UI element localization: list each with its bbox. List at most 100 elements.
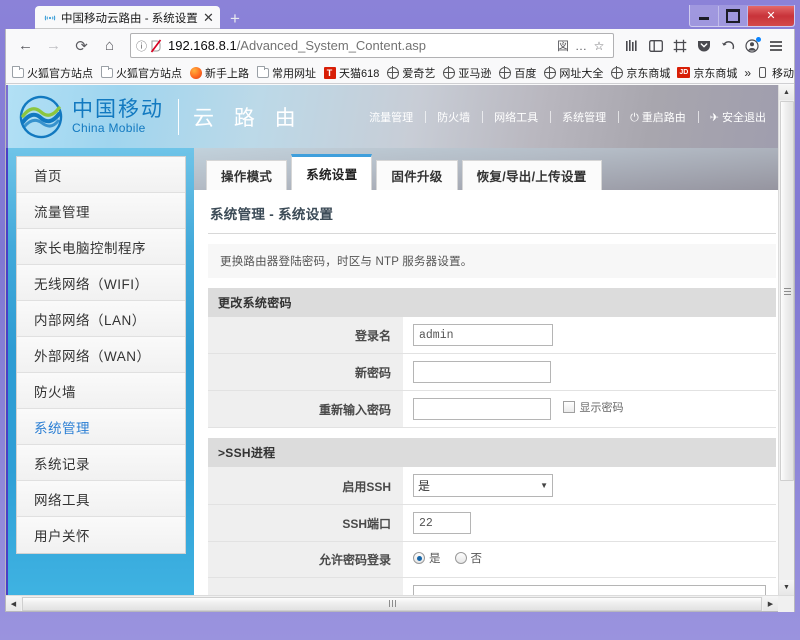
- page-info-icon[interactable]: ⓘ: [136, 38, 147, 54]
- vertical-scrollbar[interactable]: ▲ ▼: [778, 85, 794, 595]
- bookmark-item[interactable]: 常用网址: [256, 65, 316, 81]
- sidebar-item-network-tools[interactable]: 网络工具: [17, 481, 185, 517]
- page-actions-icon[interactable]: …: [572, 39, 590, 53]
- top-nav-network-tools[interactable]: 网络工具: [482, 109, 550, 125]
- sidebar-item-label: 无线网络（WIFI）: [34, 276, 149, 292]
- pocket-icon[interactable]: [692, 33, 716, 59]
- screenshot-icon[interactable]: [668, 33, 692, 59]
- top-nav-logout-label: 安全退出: [722, 111, 766, 124]
- scroll-down-icon[interactable]: ▼: [779, 580, 794, 595]
- folder-icon: [256, 65, 269, 79]
- forward-button[interactable]: →: [40, 32, 67, 59]
- bookmark-item[interactable]: 新手上路: [189, 65, 249, 81]
- login-name-input[interactable]: [413, 324, 553, 346]
- maximize-button[interactable]: [719, 5, 748, 26]
- scroll-up-icon[interactable]: ▲: [779, 85, 794, 100]
- top-nav-logout[interactable]: ✈ 安全退出: [697, 109, 778, 125]
- tab-firmware-upgrade[interactable]: 固件升级: [376, 160, 458, 190]
- library-icon[interactable]: [620, 33, 644, 59]
- tab-backup-restore[interactable]: 恢复/导出/上传设置: [461, 160, 602, 190]
- tab-operation-mode[interactable]: 操作模式: [206, 160, 288, 190]
- show-password-toggle[interactable]: 显示密码: [563, 399, 623, 415]
- bookmark-item[interactable]: 爱奇艺: [386, 65, 435, 81]
- jd-icon: JD: [677, 66, 691, 79]
- confirm-password-input[interactable]: [413, 398, 551, 420]
- bookmark-label: 网址大全: [559, 67, 604, 80]
- sidebar-item-home[interactable]: 首页: [17, 157, 185, 193]
- bookmark-label: 亚马逊: [458, 67, 492, 80]
- top-nav-traffic[interactable]: 流量管理: [357, 109, 425, 125]
- radio-yes[interactable]: [413, 552, 425, 564]
- sidebar-item-wan[interactable]: 外部网络（WAN）: [17, 337, 185, 373]
- bookmark-item[interactable]: T 天猫618: [323, 65, 379, 81]
- close-tab-icon[interactable]: ✕: [201, 10, 216, 25]
- logout-icon: ✈: [709, 111, 719, 124]
- field-confirm-password: 显示密码: [403, 390, 776, 428]
- brand-name-group: 中国移动 China Mobile: [72, 99, 164, 135]
- new-tab-button[interactable]: +: [222, 7, 248, 29]
- sidebar-item-user-care[interactable]: 用户关怀: [17, 517, 185, 553]
- sidebar-item-system-management[interactable]: 系统管理: [17, 409, 185, 445]
- new-password-input[interactable]: [413, 361, 551, 383]
- product-name: 云 路 由: [193, 106, 303, 130]
- top-nav-system[interactable]: 系统管理: [550, 109, 618, 125]
- bookmark-label: 新手上路: [205, 67, 249, 80]
- show-password-checkbox[interactable]: [563, 401, 576, 414]
- radio-no[interactable]: [454, 552, 467, 564]
- sidebar-icon[interactable]: [644, 33, 668, 59]
- content-area: 操作模式 系统设置 固件升级 恢复/导出/上传设置 系统管理 - 系统设置 更换…: [194, 148, 790, 597]
- bookmark-star-icon[interactable]: ☆: [590, 39, 608, 53]
- ssh-form: 启用SSH 是 ▼ SSH端口 22 允许密码登录 是 否: [208, 467, 776, 597]
- bookmark-item[interactable]: 百度: [498, 65, 536, 81]
- sidebar-item-label: 网络工具: [34, 492, 90, 508]
- bookmark-label: 京东商城: [693, 67, 738, 80]
- bookmark-item[interactable]: 亚马逊: [442, 65, 491, 81]
- url-bar[interactable]: ⓘ 192.168.8.1/Advanced_System_Content.as…: [130, 33, 614, 58]
- bookmark-label: 火狐官方站点: [27, 67, 93, 80]
- mobile-bookmarks-item[interactable]: 移动版书签: [756, 65, 794, 81]
- sidebar-item-parental-control[interactable]: 家长电脑控制程序: [17, 229, 185, 265]
- router-page: 中国移动 China Mobile 云 路 由 流量管理 防火墙 网络工具 系统…: [6, 85, 790, 597]
- label-confirm-password: 重新输入密码: [208, 390, 403, 428]
- bookmark-item[interactable]: 网址大全: [543, 65, 603, 81]
- tmall-icon: T: [323, 66, 336, 79]
- browser-tab[interactable]: 中国移动云路由 - 系统设置 ✕: [35, 6, 220, 29]
- home-button[interactable]: ⌂: [96, 32, 123, 59]
- sidebar-item-label: 防火墙: [34, 384, 76, 400]
- top-nav-reboot[interactable]: ⏻ 重启路由: [618, 109, 698, 125]
- bookmarks-bar: 火狐官方站点 火狐官方站点 新手上路 常用网址 T 天猫618 爱奇艺 亚马逊 百…: [6, 62, 794, 84]
- scroll-right-icon[interactable]: ▶: [763, 596, 778, 611]
- bookmark-item[interactable]: 京东商城: [610, 65, 670, 81]
- horizontal-scrollbar[interactable]: ◀ ▶: [6, 595, 794, 612]
- account-icon[interactable]: [740, 33, 764, 59]
- sidebar-item-label: 首页: [34, 168, 62, 184]
- sidebar-item-system-log[interactable]: 系统记录: [17, 445, 185, 481]
- bookmark-item[interactable]: 火狐官方站点: [11, 65, 93, 81]
- sidebar-item-wifi[interactable]: 无线网络（WIFI）: [17, 265, 185, 301]
- scroll-left-icon[interactable]: ◀: [6, 596, 21, 611]
- bookmark-item[interactable]: 火狐官方站点: [100, 65, 182, 81]
- sidebar-item-firewall[interactable]: 防火墙: [17, 373, 185, 409]
- sidebar-item-traffic[interactable]: 流量管理: [17, 193, 185, 229]
- ssh-port-input[interactable]: [413, 512, 471, 534]
- sidebar-item-lan[interactable]: 内部网络（LAN）: [17, 301, 185, 337]
- close-window-button[interactable]: ✕: [748, 5, 794, 26]
- reload-button[interactable]: ⟳: [68, 32, 95, 59]
- top-nav-firewall[interactable]: 防火墙: [425, 109, 482, 125]
- form-row-enable-ssh: 启用SSH 是 ▼: [208, 467, 776, 505]
- reader-mode-icon[interactable]: 図: [554, 37, 572, 54]
- enable-ssh-select[interactable]: 是 ▼: [413, 474, 553, 497]
- tab-system-settings[interactable]: 系统设置: [291, 154, 373, 190]
- bookmark-item[interactable]: JD 京东商城: [677, 65, 737, 81]
- history-back-icon[interactable]: [716, 33, 740, 59]
- horizontal-scrollbar-thumb[interactable]: [22, 596, 762, 611]
- sidebar-item-label: 流量管理: [34, 204, 90, 220]
- app-menu-icon[interactable]: [764, 33, 788, 59]
- field-enable-ssh: 是 ▼: [403, 467, 776, 505]
- minimize-button[interactable]: [690, 5, 719, 26]
- sidebar-item-label: 内部网络（LAN）: [34, 312, 146, 328]
- vertical-scrollbar-thumb[interactable]: [780, 101, 794, 481]
- back-button[interactable]: ←: [12, 32, 39, 59]
- radio-yes-label: 是: [429, 553, 441, 565]
- bookmarks-overflow-icon[interactable]: »: [744, 66, 751, 80]
